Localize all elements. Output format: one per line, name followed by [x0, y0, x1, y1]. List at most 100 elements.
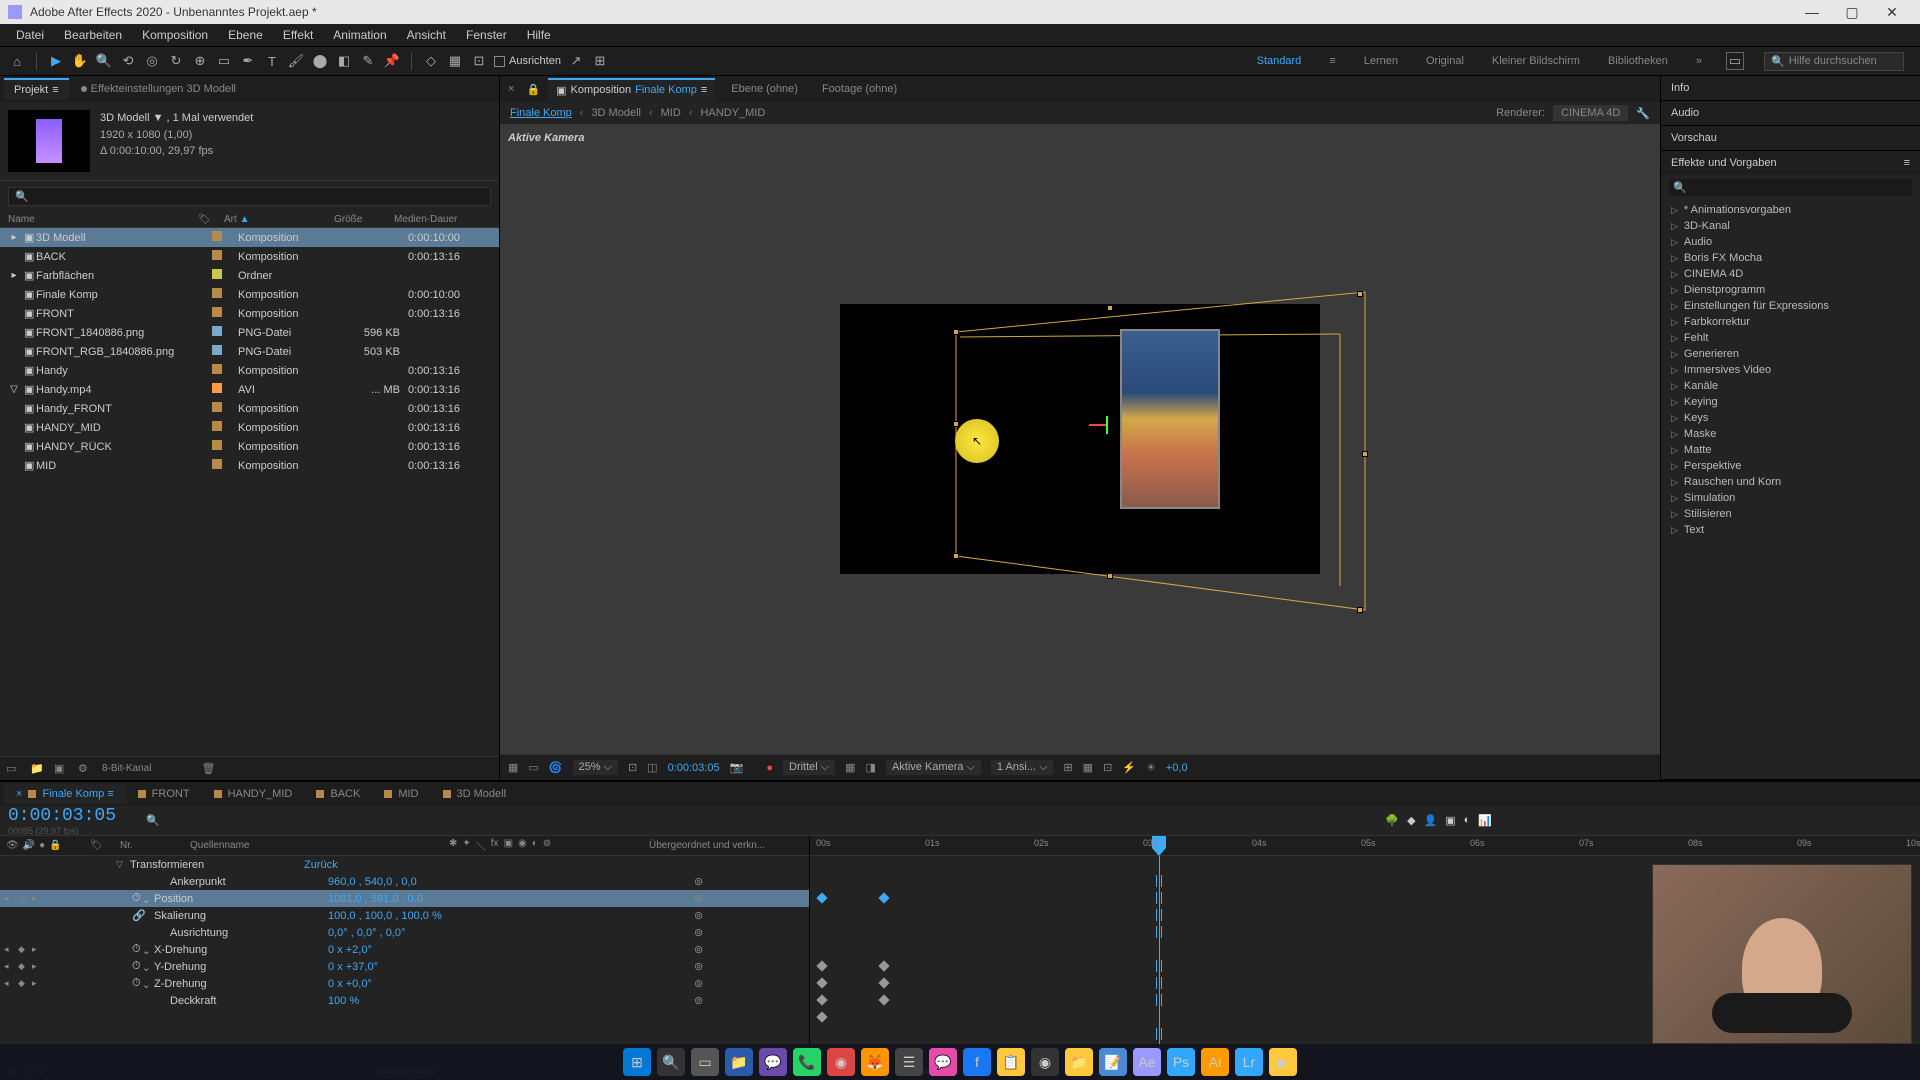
- views-select[interactable]: 1 Ansi... ⌵: [991, 760, 1054, 775]
- taskbar-app-icon[interactable]: ⊞: [623, 1048, 651, 1076]
- project-item[interactable]: ▣HandyKomposition0:00:13:16: [0, 361, 499, 380]
- tl-mb-icon[interactable]: ◐: [1464, 814, 1471, 827]
- timeline-timecode[interactable]: 0:00:03:05: [8, 806, 116, 826]
- effect-category[interactable]: ▷Audio: [1661, 234, 1920, 250]
- keyframe[interactable]: [878, 977, 889, 988]
- taskbar-app-icon[interactable]: ▭: [691, 1048, 719, 1076]
- effect-category[interactable]: ▷Maske: [1661, 426, 1920, 442]
- composition-viewport[interactable]: Aktive Kamera ↖: [500, 124, 1660, 754]
- footage-tab[interactable]: Footage (ohne): [814, 79, 905, 99]
- taskbar-app-icon[interactable]: ◉: [827, 1048, 855, 1076]
- layer-tab[interactable]: Ebene (ohne): [723, 79, 806, 99]
- renderer-select[interactable]: CINEMA 4D: [1553, 105, 1628, 121]
- taskbar-app-icon[interactable]: ◉: [1031, 1048, 1059, 1076]
- menu-bearbeiten[interactable]: Bearbeiten: [54, 26, 132, 44]
- taskbar-app-icon[interactable]: Ps: [1167, 1048, 1195, 1076]
- menu-ansicht[interactable]: Ansicht: [397, 26, 456, 44]
- breadcrumb-2[interactable]: MID: [661, 107, 681, 119]
- roi-icon[interactable]: ◫: [647, 761, 657, 774]
- opt2-icon[interactable]: ▦: [1083, 761, 1093, 774]
- effect-category[interactable]: ▷Kanäle: [1661, 378, 1920, 394]
- orbit-tool-icon[interactable]: ⟲: [119, 52, 137, 70]
- taskbar-app-icon[interactable]: 🔍: [657, 1048, 685, 1076]
- taskbar-app-icon[interactable]: ▶: [1269, 1048, 1297, 1076]
- menu-ebene[interactable]: Ebene: [218, 26, 273, 44]
- menu-komposition[interactable]: Komposition: [132, 26, 218, 44]
- effect-category[interactable]: ▷Stilisieren: [1661, 506, 1920, 522]
- taskbar-app-icon[interactable]: Lr: [1235, 1048, 1263, 1076]
- channel-icon[interactable]: ●: [766, 762, 773, 774]
- help-search-input[interactable]: 🔍 Hilfe durchsuchen: [1764, 52, 1904, 71]
- tl-graph-editor-icon[interactable]: 📊: [1478, 814, 1492, 827]
- minimize-button[interactable]: —: [1792, 0, 1832, 24]
- menu-effekt[interactable]: Effekt: [273, 26, 323, 44]
- breadcrumb-0[interactable]: Finale Komp: [510, 107, 572, 119]
- project-item[interactable]: ▽▣Handy.mp4AVI... MB0:00:13:16: [0, 380, 499, 399]
- taskbar-app-icon[interactable]: 📁: [725, 1048, 753, 1076]
- info-panel-header[interactable]: Info: [1661, 76, 1920, 100]
- keyframe[interactable]: [816, 994, 827, 1005]
- keyframe[interactable]: [816, 960, 827, 971]
- taskbar-app-icon[interactable]: 📞: [793, 1048, 821, 1076]
- effect-category[interactable]: ▷CINEMA 4D: [1661, 266, 1920, 282]
- property-row[interactable]: ◂◆▸⏱ ⌄Y-Drehung0 x +37,0°⊚: [0, 958, 809, 975]
- puppet-tool-icon[interactable]: 📌: [383, 52, 401, 70]
- align-checkbox[interactable]: Ausrichten: [494, 55, 561, 67]
- tl-graph-icon[interactable]: ◆: [1407, 814, 1415, 827]
- keyframe[interactable]: [816, 1011, 827, 1022]
- keyframe[interactable]: [816, 977, 827, 988]
- camera-select[interactable]: Aktive Kamera ⌵: [886, 760, 981, 775]
- keyframe[interactable]: [878, 892, 889, 903]
- timeline-tab[interactable]: MID: [372, 784, 430, 804]
- transparency-icon[interactable]: ▦: [845, 761, 855, 774]
- adjust-icon[interactable]: ⚙: [78, 762, 92, 776]
- 3d-icon[interactable]: ◨: [866, 761, 876, 774]
- bit-depth[interactable]: 8-Bit-Kanal: [102, 763, 151, 774]
- effect-category[interactable]: ▷Dienstprogramm: [1661, 282, 1920, 298]
- transform-twirl-icon[interactable]: ▽: [116, 859, 130, 870]
- timeline-tab[interactable]: BACK: [304, 784, 372, 804]
- effect-category[interactable]: ▷Matte: [1661, 442, 1920, 458]
- workspace-original[interactable]: Original: [1422, 53, 1468, 69]
- project-tab[interactable]: Projekt ≡: [4, 78, 69, 100]
- zoom-tool-icon[interactable]: 🔍: [95, 52, 113, 70]
- menu-hilfe[interactable]: Hilfe: [517, 26, 561, 44]
- new-comp-icon[interactable]: ▣: [54, 762, 68, 776]
- menu-fenster[interactable]: Fenster: [456, 26, 517, 44]
- snap-tool-icon[interactable]: ↗: [567, 52, 585, 70]
- workspace-standard[interactable]: Standard: [1253, 53, 1306, 69]
- audio-panel-header[interactable]: Audio: [1661, 101, 1920, 125]
- snap-icon[interactable]: ◇: [422, 52, 440, 70]
- effect-category[interactable]: ▷Perspektive: [1661, 458, 1920, 474]
- col-name[interactable]: Name: [8, 214, 198, 225]
- col-medien[interactable]: Medien-Dauer: [394, 214, 491, 225]
- opt1-icon[interactable]: ⊞: [1063, 761, 1072, 774]
- project-search-input[interactable]: 🔍: [8, 187, 491, 206]
- taskbar-app-icon[interactable]: 💬: [759, 1048, 787, 1076]
- effect-category[interactable]: ▷Text: [1661, 522, 1920, 538]
- rotate-tool-icon[interactable]: ↻: [167, 52, 185, 70]
- project-item[interactable]: ▣FRONT_1840886.pngPNG-Datei596 KB: [0, 323, 499, 342]
- effect-category[interactable]: ▷Immersives Video: [1661, 362, 1920, 378]
- camera-tool-icon[interactable]: ◎: [143, 52, 161, 70]
- taskbar-app-icon[interactable]: Ae: [1133, 1048, 1161, 1076]
- mask-vis-icon[interactable]: ▭: [528, 761, 538, 774]
- taskbar-app-icon[interactable]: 💬: [929, 1048, 957, 1076]
- project-item[interactable]: ▸▣3D ModellKomposition0:00:10:00: [0, 228, 499, 247]
- snapshot-icon[interactable]: 📷: [730, 761, 744, 774]
- effect-category[interactable]: ▷Rauschen und Korn: [1661, 474, 1920, 490]
- preview-panel-header[interactable]: Vorschau: [1661, 126, 1920, 150]
- maximize-button[interactable]: ▢: [1832, 0, 1872, 24]
- timeline-tab[interactable]: HANDY_MID: [202, 784, 305, 804]
- exposure-value[interactable]: +0,0: [1166, 762, 1188, 774]
- home-icon[interactable]: ⌂: [8, 52, 26, 70]
- menu-datei[interactable]: Datei: [6, 26, 54, 44]
- effect-category[interactable]: ▷Farbkorrektur: [1661, 314, 1920, 330]
- effects-panel-header[interactable]: Effekte und Vorgaben≡: [1661, 151, 1920, 175]
- workspace-bibliotheken[interactable]: Bibliotheken: [1604, 53, 1672, 69]
- effect-category[interactable]: ▷Generieren: [1661, 346, 1920, 362]
- tl-frame-blend-icon[interactable]: ▣: [1445, 814, 1455, 827]
- timeline-tab[interactable]: 3D Modell: [431, 784, 519, 804]
- roto-tool-icon[interactable]: ✎: [359, 52, 377, 70]
- workspace-more-icon[interactable]: »: [1692, 53, 1706, 69]
